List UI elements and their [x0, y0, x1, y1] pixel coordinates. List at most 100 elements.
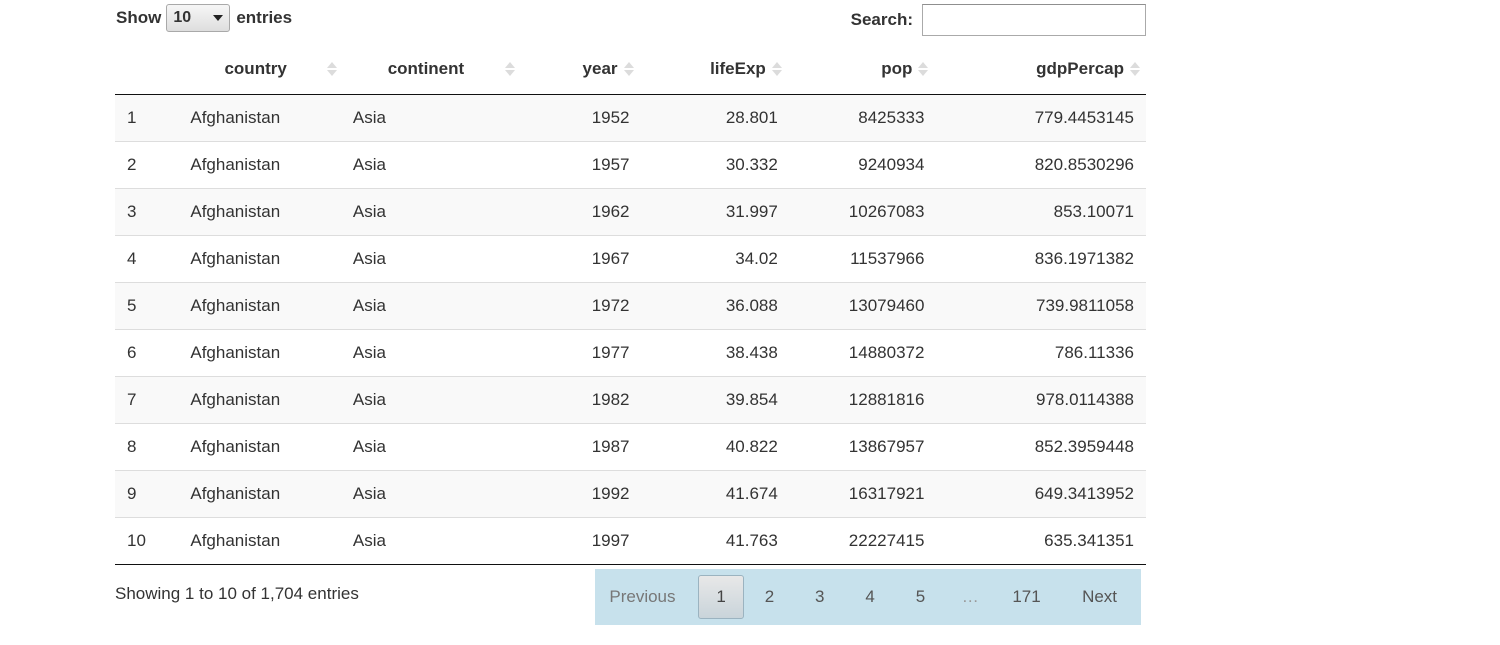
cell-gdppercap: 786.11336 [934, 328, 1146, 376]
cell-country: Afghanistan [180, 140, 343, 188]
cell-continent: Asia [342, 94, 521, 141]
cell-continent: Asia [342, 375, 521, 423]
cell-year: 1977 [520, 328, 640, 376]
cell-pop: 22227415 [787, 516, 935, 565]
search-input[interactable] [922, 4, 1146, 36]
sort-both-icon [326, 61, 337, 76]
column-header-label: continent [387, 58, 465, 78]
cell-lifeexp: 28.801 [639, 94, 788, 141]
cell-continent: Asia [342, 516, 521, 565]
cell-country: Afghanistan [180, 422, 343, 470]
cell-year: 1962 [520, 187, 640, 235]
cell-lifeexp: 39.854 [639, 375, 788, 423]
cell-country: Afghanistan [180, 375, 343, 423]
cell-index: 5 [115, 281, 181, 329]
cell-pop: 10267083 [787, 187, 935, 235]
page-button-4[interactable]: 4 [845, 575, 895, 619]
cell-index: 1 [115, 94, 181, 141]
cell-lifeexp: 34.02 [639, 234, 788, 282]
cell-lifeexp: 31.997 [639, 187, 788, 235]
cell-year: 1957 [520, 140, 640, 188]
cell-year: 1997 [520, 516, 640, 565]
cell-year: 1992 [520, 469, 640, 517]
page-button-2[interactable]: 2 [744, 575, 794, 619]
cell-country: Afghanistan [180, 281, 343, 329]
page-button-current[interactable]: 1 [697, 575, 745, 619]
cell-gdppercap: 853.10071 [934, 187, 1146, 235]
cell-continent: Asia [342, 234, 521, 282]
page-button-5[interactable]: 5 [895, 575, 945, 619]
cell-country: Afghanistan [180, 234, 343, 282]
cell-pop: 9240934 [787, 140, 935, 188]
table-row: 8 Afghanistan Asia 1987 40.822 13867957 852.39… [115, 422, 1146, 470]
table-row: 6 Afghanistan Asia 1977 38.438 14880372 786.11… [115, 328, 1146, 376]
cell-pop: 8425333 [787, 94, 935, 141]
previous-button[interactable]: Previous [595, 575, 684, 619]
table-row: 5 Afghanistan Asia 1972 36.088 13079460 739.98… [115, 281, 1146, 329]
sort-both-icon [771, 61, 782, 76]
cell-continent: Asia [342, 422, 521, 470]
cell-pop: 11537966 [787, 234, 935, 282]
page-length-control: Show 10 entries [116, 4, 292, 32]
cell-gdppercap: 852.3959448 [934, 422, 1146, 470]
table-row: 1 Afghanistan Asia 1952 28.801 8425333 779.445… [115, 94, 1146, 141]
column-header-gdppercap[interactable]: gdpPercap [934, 44, 1146, 95]
cell-continent: Asia [342, 469, 521, 517]
cell-lifeexp: 36.088 [639, 281, 788, 329]
column-header-index [115, 44, 181, 95]
column-header-lifeexp[interactable]: lifeExp [639, 44, 788, 95]
cell-index: 6 [115, 328, 181, 376]
sort-both-icon [918, 61, 929, 76]
page-button-3[interactable]: 3 [795, 575, 845, 619]
table-row: 9 Afghanistan Asia 1992 41.674 16317921 649.34… [115, 469, 1146, 517]
table-body: 1 Afghanistan Asia 1952 28.801 8425333 779.445… [115, 94, 1146, 565]
table-row: 2 Afghanistan Asia 1957 30.332 9240934 820.853… [115, 140, 1146, 188]
cell-pop: 13079460 [787, 281, 935, 329]
show-label: Show [116, 8, 162, 27]
sort-both-icon [1130, 61, 1140, 76]
column-header-pop[interactable]: pop [787, 44, 935, 95]
table-row: 10 Afghanistan Asia 1997 41.763 22227415 635.3… [115, 516, 1146, 565]
column-header-continent[interactable]: continent [342, 44, 521, 95]
cell-lifeexp: 38.438 [639, 328, 788, 376]
cell-continent: Asia [342, 281, 521, 329]
header-row: country continent year lifeExp pop gdpPe… [115, 44, 1146, 95]
table-info: Showing 1 to 10 of 1,704 entries [115, 584, 359, 603]
cell-lifeexp: 40.822 [639, 422, 788, 470]
page-length-select[interactable]: 10 [166, 4, 231, 32]
cell-gdppercap: 649.3413952 [934, 469, 1146, 517]
cell-pop: 12881816 [787, 375, 935, 423]
column-header-label: gdpPercap [1036, 58, 1124, 78]
column-header-label: lifeExp [710, 58, 766, 78]
cell-gdppercap: 978.0114388 [934, 375, 1146, 423]
cell-country: Afghanistan [180, 94, 343, 141]
cell-index: 7 [115, 375, 181, 423]
page-button-last[interactable]: 171 [995, 575, 1058, 619]
sort-both-icon [504, 61, 515, 76]
column-header-label: pop [881, 58, 913, 78]
cell-continent: Asia [342, 140, 521, 188]
search-label: Search: [850, 10, 913, 29]
page-length-value: 10 [173, 9, 192, 26]
next-button[interactable]: Next [1058, 575, 1141, 619]
sort-both-icon [623, 61, 634, 76]
column-header-country[interactable]: country [180, 44, 343, 95]
cell-year: 1987 [520, 422, 640, 470]
cell-index: 8 [115, 422, 181, 470]
datatable-wrapper: Show 10 entries Search: country continen… [115, 0, 1146, 565]
column-header-year[interactable]: year [520, 44, 640, 95]
data-table: country continent year lifeExp pop gdpPe… [115, 44, 1146, 565]
cell-index: 9 [115, 469, 181, 517]
cell-year: 1967 [520, 234, 640, 282]
caret-down-icon [213, 15, 224, 21]
cell-index: 3 [115, 187, 181, 235]
search-control: Search: [851, 4, 1146, 36]
cell-lifeexp: 41.763 [639, 516, 788, 565]
table-row: 3 Afghanistan Asia 1962 31.997 10267083 853.10… [115, 187, 1146, 235]
table-row: 4 Afghanistan Asia 1967 34.02 11537966 836.197… [115, 234, 1146, 282]
cell-year: 1952 [520, 94, 640, 141]
table-controls: Show 10 entries Search: [115, 0, 1146, 44]
cell-year: 1982 [520, 375, 640, 423]
cell-pop: 16317921 [787, 469, 935, 517]
pagination-ellipsis: … [961, 587, 979, 606]
